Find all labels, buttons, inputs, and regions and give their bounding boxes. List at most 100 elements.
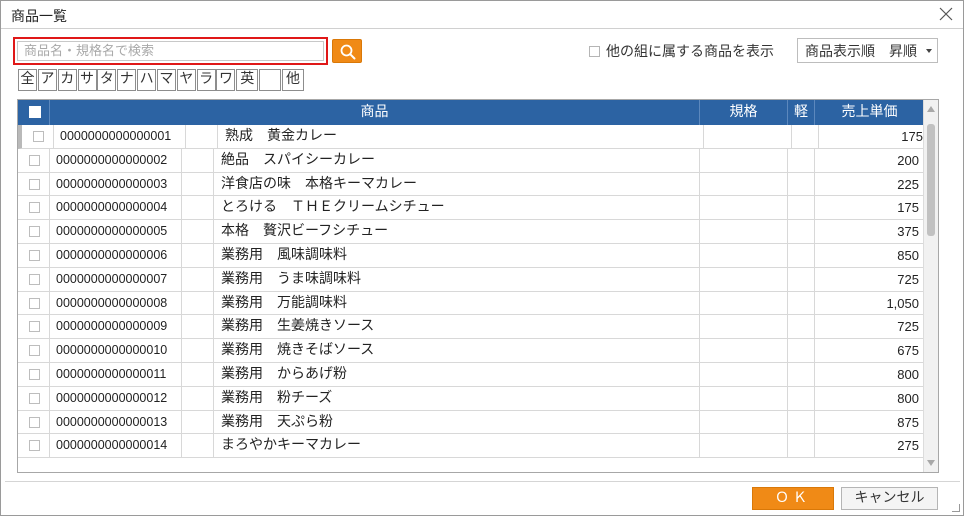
scrollbar-thumb[interactable] [927, 124, 935, 236]
product-code-cell: 0000000000000013 [50, 410, 182, 434]
column-header-price[interactable]: 売上単価 [815, 100, 924, 125]
row-checkbox[interactable] [29, 202, 40, 214]
product-code-cell: 0000000000000004 [50, 196, 182, 220]
table-row[interactable]: 0000000000000004 とろける ＴＨＥクリームシチュー 175 [18, 196, 924, 221]
kana-filter-button[interactable]: ナ [117, 69, 137, 91]
sort-order-value: 昇順 [889, 43, 917, 60]
price-cell: 375 [897, 224, 919, 240]
product-name-cell: まろやかキーマカレー [214, 434, 700, 458]
product-name-cell: 本格 贅沢ビーフシチュー [214, 220, 700, 244]
table-row[interactable]: 0000000000000011 業務用 からあげ粉 800 [18, 363, 924, 387]
scroll-down-arrow-icon[interactable] [927, 460, 935, 466]
table-row[interactable]: 0000000000000009 業務用 生姜焼きソース 725 [18, 315, 924, 340]
blank-cell [182, 434, 214, 458]
ok-button[interactable]: ＯＫ [752, 487, 834, 510]
row-checkbox[interactable] [29, 250, 40, 261]
kana-filter-button[interactable]: サ [77, 69, 97, 91]
row-checkbox[interactable] [29, 154, 40, 166]
table-row[interactable]: 0000000000000002 絶品 スパイシーカレー 200 [18, 148, 924, 173]
product-code-cell: 0000000000000001 [54, 125, 186, 148]
scroll-up-arrow-icon[interactable] [927, 106, 935, 112]
product-code-cell: 0000000000000012 [50, 386, 182, 410]
table-row[interactable]: 0000000000000005 本格 贅沢ビーフシチュー 375 [18, 220, 924, 244]
product-name-cell: 業務用 からあげ粉 [214, 363, 700, 386]
kana-filter-button[interactable]: 全 [18, 69, 37, 91]
light-cell [788, 315, 815, 339]
kana-filter-button[interactable]: 他 [281, 69, 304, 91]
price-cell: 850 [897, 248, 919, 263]
row-checkbox[interactable] [29, 392, 40, 404]
blank-cell [182, 244, 214, 267]
product-name-cell: 業務用 万能調味料 [214, 291, 700, 315]
blank-cell [182, 196, 214, 220]
sort-order-select[interactable]: 商品表示順 昇順 [797, 38, 938, 63]
light-cell [788, 434, 815, 458]
table-row[interactable]: 0000000000000008 業務用 万能調味料 1,050 [18, 291, 924, 316]
kana-filter-button[interactable] [259, 69, 282, 91]
table-row[interactable]: 0000000000000001 熟成 黄金カレー 175 [18, 125, 924, 149]
row-checkbox-cell [18, 220, 50, 244]
search-button[interactable] [332, 39, 362, 63]
table-row[interactable]: 0000000000000012 業務用 粉チーズ 800 [18, 386, 924, 411]
blank-cell [182, 291, 214, 315]
table-row[interactable]: 0000000000000003 洋食店の味 本格キーマカレー 225 [18, 172, 924, 197]
search-input[interactable] [17, 41, 324, 61]
price-cell: 175 [901, 129, 923, 144]
close-icon[interactable] [935, 3, 957, 25]
product-name-cell: 熟成 黄金カレー [218, 125, 704, 148]
row-checkbox-cell [18, 267, 50, 291]
row-checkbox[interactable] [29, 297, 40, 309]
search-icon [340, 44, 356, 60]
blank-cell [182, 220, 214, 244]
kana-filter-button[interactable]: カ [57, 69, 77, 91]
product-name-cell: 業務用 粉チーズ [214, 386, 700, 410]
kana-filter-button[interactable]: ラ [196, 69, 216, 91]
row-checkbox[interactable] [29, 321, 40, 333]
column-header-spec[interactable]: 規格 [700, 100, 788, 125]
kana-filter-button[interactable]: ヤ [176, 69, 196, 91]
column-header-product[interactable]: 商品 [50, 100, 700, 125]
table-row[interactable]: 0000000000000006 業務用 風味調味料 850 [18, 244, 924, 268]
blank-cell [182, 410, 214, 434]
kana-filter-button[interactable]: マ [156, 69, 176, 91]
price-cell: 800 [897, 390, 919, 406]
product-code-cell: 0000000000000009 [50, 315, 182, 339]
price-cell: 175 [897, 200, 919, 216]
row-checkbox[interactable] [33, 131, 44, 142]
row-checkbox[interactable] [29, 440, 40, 452]
table-row[interactable]: 0000000000000010 業務用 焼きそばソース 675 [18, 339, 924, 363]
kana-filter-button[interactable]: 英 [236, 69, 259, 91]
row-checkbox[interactable] [29, 369, 40, 380]
blank-cell [186, 125, 218, 148]
row-checkbox[interactable] [29, 345, 40, 357]
row-checkbox[interactable] [29, 226, 40, 238]
price-cell: 200 [897, 152, 919, 168]
spec-cell [700, 410, 788, 434]
cancel-button[interactable]: キャンセル [841, 487, 938, 510]
column-header-light[interactable]: 軽 [788, 100, 815, 125]
table-row[interactable]: 0000000000000014 まろやかキーマカレー 275 [18, 434, 924, 459]
kana-filter-button[interactable]: ワ [216, 69, 236, 91]
row-checkbox[interactable] [29, 416, 40, 428]
row-checkbox[interactable] [29, 273, 40, 285]
select-all-cell [18, 100, 50, 125]
other-group-checkbox[interactable] [589, 45, 600, 57]
product-code-cell: 0000000000000010 [50, 339, 182, 363]
row-checkbox-cell [18, 363, 50, 386]
resize-grip[interactable] [952, 504, 960, 512]
product-code-cell: 0000000000000006 [50, 244, 182, 267]
light-cell [788, 339, 815, 363]
other-group-toggle[interactable]: 他の組に属する商品を表示 [589, 41, 774, 61]
vertical-scrollbar[interactable] [923, 100, 938, 472]
row-checkbox[interactable] [29, 178, 40, 190]
table-row[interactable]: 0000000000000007 業務用 うま味調味料 725 [18, 267, 924, 292]
spec-cell [700, 196, 788, 220]
row-checkbox-cell [18, 434, 50, 458]
select-all-checkbox[interactable] [29, 106, 41, 118]
table-row[interactable]: 0000000000000013 業務用 天ぷら粉 875 [18, 410, 924, 435]
kana-filter-button[interactable]: タ [97, 69, 117, 91]
row-checkbox-cell [18, 172, 50, 196]
blank-cell [182, 339, 214, 363]
kana-filter-button[interactable]: ハ [137, 69, 157, 91]
kana-filter-button[interactable]: ア [37, 69, 57, 91]
